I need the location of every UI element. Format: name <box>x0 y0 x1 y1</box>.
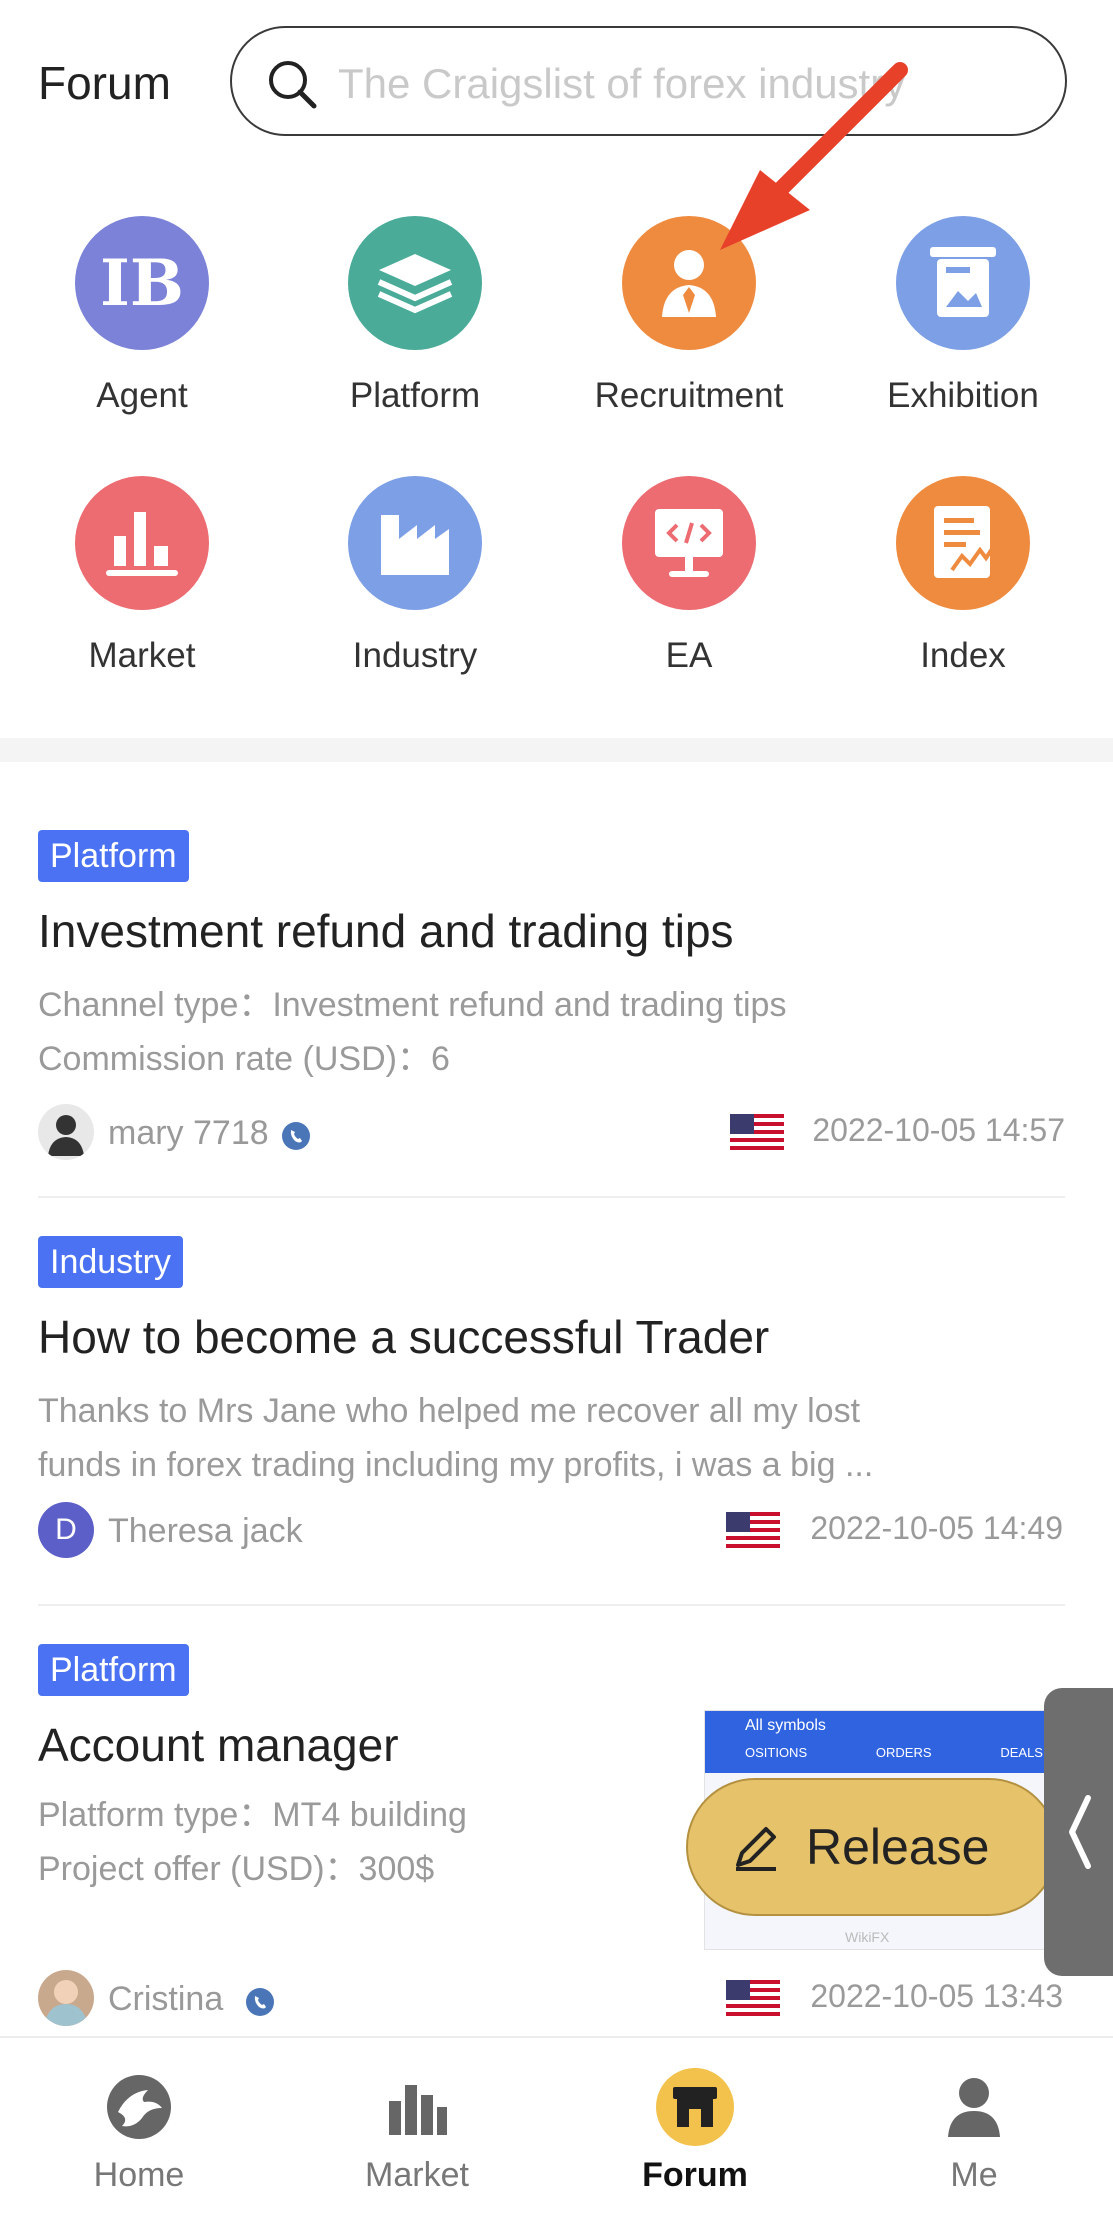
author-name[interactable]: mary 7718 <box>108 1114 269 1153</box>
category-index[interactable]: Index <box>826 476 1100 676</box>
post-meta: mary 7718 2022-10-05 14:57 <box>38 1104 1065 1164</box>
shop-icon <box>656 2068 734 2146</box>
thumbnail-col: ORDERS <box>875 1745 932 1760</box>
category-label: Index <box>920 636 1006 675</box>
eagle-icon <box>100 2068 178 2146</box>
author-name[interactable]: Cristina <box>108 1980 223 2019</box>
release-label: Release <box>806 1819 990 1875</box>
search-bar[interactable] <box>230 26 1067 136</box>
nav-label: Me <box>950 2156 998 2194</box>
category-label: Recruitment <box>594 376 784 415</box>
thumbnail-col: DEALS <box>1000 1745 1043 1760</box>
thumbnail-watermark: WikiFX <box>845 1929 890 1945</box>
post-meta: D Theresa jack 2022-10-05 14:49 <box>38 1502 1065 1562</box>
category-label: Exhibition <box>887 376 1039 415</box>
nav-label: Forum <box>642 2156 748 2194</box>
verified-phone-icon <box>282 1122 310 1150</box>
side-drawer-handle[interactable] <box>1044 1688 1113 1976</box>
nav-me[interactable]: Me <box>835 2038 1113 2227</box>
avatar[interactable]: D <box>38 1502 94 1558</box>
user-icon <box>935 2068 1013 2146</box>
post-card[interactable]: Industry How to become a successful Trad… <box>38 1236 1065 1562</box>
code-monitor-icon <box>622 476 756 610</box>
search-icon <box>269 61 317 109</box>
us-flag-icon <box>726 1512 780 1550</box>
post-card[interactable]: Platform Investment refund and trading t… <box>38 830 1065 1164</box>
category-industry[interactable]: Industry <box>278 476 552 676</box>
post-tag: Industry <box>38 1236 183 1288</box>
pencil-icon <box>736 1827 776 1871</box>
avatar[interactable] <box>38 1970 94 2026</box>
post-separator <box>38 1604 1065 1606</box>
chevron-left-icon <box>1068 1795 1091 1869</box>
annotation-arrow <box>720 62 908 250</box>
nav-home[interactable]: Home <box>0 2038 278 2227</box>
post-meta: Cristina 2022-10-05 13:43 <box>38 1970 1065 2030</box>
search-input[interactable] <box>338 56 1038 112</box>
thumbnail-col: OSITIONS <box>745 1745 808 1760</box>
category-label: Industry <box>352 636 478 675</box>
category-label: Platform <box>349 376 481 415</box>
post-detail: Channel type：Investment refund and tradi… <box>38 986 787 1024</box>
post-detail: funds in forex trading including my prof… <box>38 1446 874 1484</box>
nav-market[interactable]: Market <box>278 2038 556 2227</box>
post-separator <box>38 1196 1065 1198</box>
post-tag: Platform <box>38 1644 189 1696</box>
author-name[interactable]: Theresa jack <box>108 1512 303 1551</box>
post-detail: Commission rate (USD)：6 <box>38 1040 450 1078</box>
post-detail: Thanks to Mrs Jane who helped me recover… <box>38 1392 861 1430</box>
ib-icon: IB <box>75 216 209 350</box>
category-platform[interactable]: Platform <box>278 216 552 416</box>
header: Forum <box>0 0 1113 160</box>
category-market[interactable]: Market <box>5 476 279 676</box>
us-flag-icon <box>726 1980 780 2018</box>
thumbnail-header: All symbols <box>745 1717 826 1734</box>
bar-chart-icon <box>75 476 209 610</box>
category-label: EA <box>665 636 713 675</box>
post-tag: Platform <box>38 830 189 882</box>
post-title: How to become a successful Trader <box>38 1311 770 1363</box>
avatar-letter: D <box>55 1513 77 1546</box>
page-title: Forum <box>38 57 171 109</box>
factory-icon <box>348 476 482 610</box>
avatar[interactable] <box>38 1104 94 1160</box>
nav-label: Market <box>365 2156 469 2194</box>
document-chart-icon <box>896 476 1030 610</box>
post-datetime: 2022-10-05 14:49 <box>810 1510 1063 1546</box>
post-title: Investment refund and trading tips <box>38 905 734 957</box>
category-label: Market <box>88 636 196 675</box>
bottom-nav: Home Market Forum Me <box>0 2036 1113 2227</box>
layers-icon <box>348 216 482 350</box>
release-button[interactable]: Release <box>686 1778 1058 1916</box>
nav-label: Home <box>93 2156 185 2194</box>
nav-forum[interactable]: Forum <box>556 2038 834 2227</box>
category-label: Agent <box>96 376 188 415</box>
post-datetime: 2022-10-05 14:57 <box>812 1112 1065 1148</box>
category-agent[interactable]: IB Agent <box>5 216 279 416</box>
bar-chart-icon <box>378 2068 456 2146</box>
section-divider <box>0 738 1113 762</box>
us-flag-icon <box>730 1114 784 1152</box>
category-ea[interactable]: EA <box>552 476 826 676</box>
verified-phone-icon <box>246 1988 274 2016</box>
post-datetime: 2022-10-05 13:43 <box>810 1978 1063 2014</box>
